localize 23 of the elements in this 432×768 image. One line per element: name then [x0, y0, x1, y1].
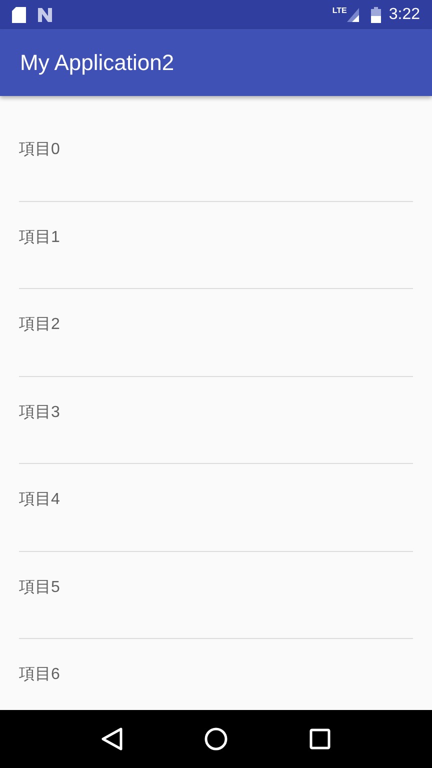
item-label: 項目4 [19, 490, 60, 510]
list-item[interactable]: 項目3 [19, 376, 413, 464]
item-label: 項目0 [19, 140, 60, 160]
item-label: 項目1 [19, 228, 60, 248]
home-icon [204, 727, 228, 751]
item-label: 項目5 [19, 578, 60, 598]
list-item[interactable]: 項目0 [19, 114, 413, 202]
item-label: 項目3 [19, 402, 60, 423]
list-item[interactable]: 項目5 [19, 552, 413, 639]
app-title: My Application2 [20, 49, 174, 77]
network-label: LTE [332, 5, 347, 17]
signal-icon [346, 8, 359, 22]
list-item[interactable]: 項目1 [19, 202, 413, 289]
list-item[interactable]: 項目4 [19, 464, 413, 552]
sd-card-icon [12, 6, 26, 22]
overview-icon [309, 728, 332, 750]
notification-icon [38, 8, 52, 22]
item-label: 項目2 [19, 315, 60, 336]
back-icon [100, 727, 123, 751]
item-label: 項目6 [19, 665, 60, 686]
clock: 3:22 [388, 4, 420, 24]
battery-icon [370, 6, 381, 22]
list-item[interactable]: 項目2 [19, 289, 413, 376]
